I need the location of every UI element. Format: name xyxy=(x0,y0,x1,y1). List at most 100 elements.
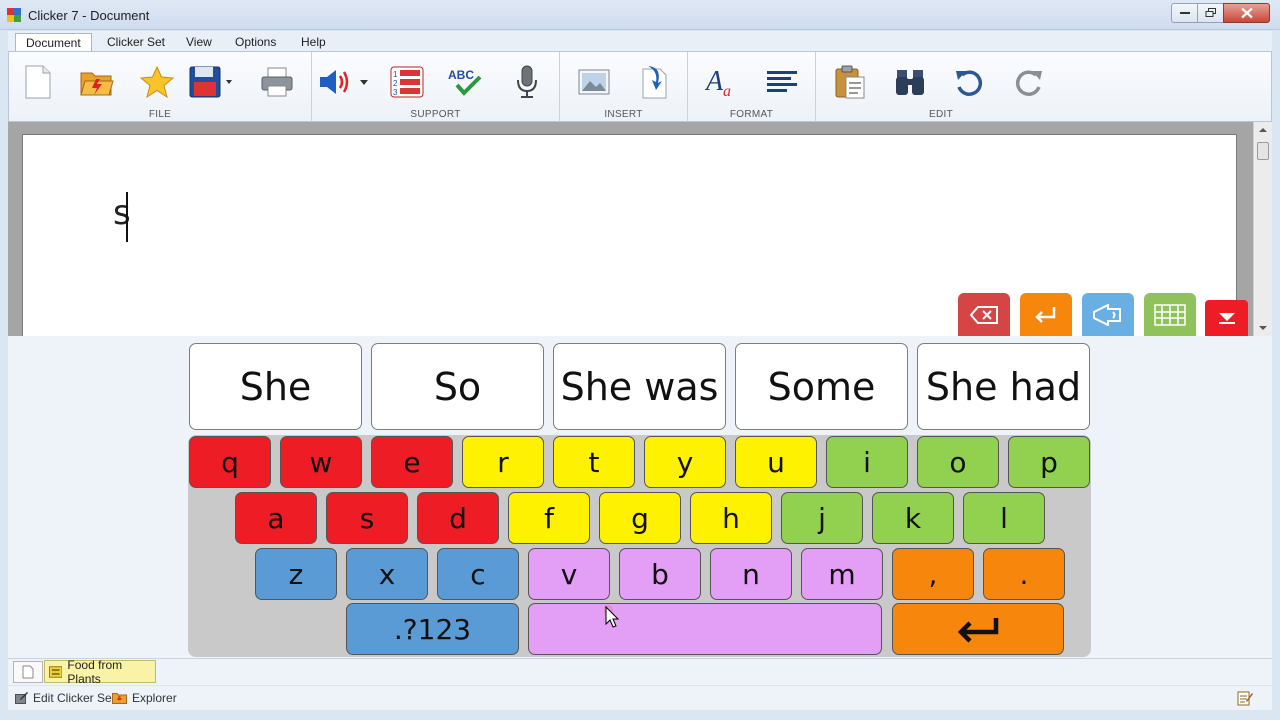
ribbon-group-label: EDIT xyxy=(929,109,953,120)
text-cursor xyxy=(126,192,128,242)
key-g[interactable]: g xyxy=(599,492,681,544)
ribbon: FILE 123 ABC SUPPORT INSERT Aa FORMAT ED… xyxy=(8,51,1272,122)
save-button[interactable] xyxy=(189,62,243,102)
key-a[interactable]: a xyxy=(235,492,317,544)
numbers-key[interactable]: .?123 xyxy=(346,603,519,655)
svg-text:A: A xyxy=(705,66,724,97)
tab-options[interactable]: Options xyxy=(225,33,286,52)
key-q[interactable]: q xyxy=(189,436,271,488)
explorer-link[interactable]: Explorer xyxy=(112,691,177,705)
explorer-folder-icon xyxy=(112,693,127,704)
space-key[interactable] xyxy=(528,603,882,655)
enter-key[interactable] xyxy=(892,603,1064,655)
key-t[interactable]: t xyxy=(553,436,635,488)
spellcheck-button[interactable]: ABC xyxy=(445,62,485,102)
restore-button[interactable] xyxy=(1197,3,1224,23)
key-z[interactable]: z xyxy=(255,548,337,600)
key-comma[interactable]: , xyxy=(892,548,974,600)
key-v[interactable]: v xyxy=(528,548,610,600)
key-i[interactable]: i xyxy=(826,436,908,488)
new-document-icon xyxy=(25,65,51,99)
prediction-cell[interactable]: Some xyxy=(735,343,908,430)
prediction-cell[interactable]: She xyxy=(189,343,362,430)
minimize-icon xyxy=(1179,12,1190,14)
align-text-button[interactable] xyxy=(762,62,802,102)
favorite-star-icon xyxy=(140,66,174,98)
speech-button[interactable] xyxy=(318,62,372,102)
scroll-thumb[interactable] xyxy=(1257,142,1269,160)
key-e[interactable]: e xyxy=(371,436,453,488)
speak-button[interactable] xyxy=(1082,293,1134,336)
scroll-down-icon[interactable] xyxy=(1259,326,1267,330)
find-binoculars-icon xyxy=(896,70,924,95)
insert-file-icon xyxy=(642,66,667,99)
key-w[interactable]: w xyxy=(280,436,362,488)
prediction-cell[interactable]: She had xyxy=(917,343,1090,430)
word-predictor-button[interactable]: 123 xyxy=(387,62,427,102)
ribbon-group-label: FILE xyxy=(148,109,172,120)
key-d[interactable]: d xyxy=(417,492,499,544)
clicker-set-tab[interactable]: Food from Plants xyxy=(44,658,156,686)
keyboard-grid-icon xyxy=(1154,303,1186,326)
notes-icon[interactable] xyxy=(1237,690,1253,706)
menu-bar: Document Clicker Set View Options Help xyxy=(8,31,1272,53)
open-button[interactable] xyxy=(77,62,117,102)
key-k[interactable]: k xyxy=(872,492,954,544)
insert-file-button[interactable] xyxy=(634,62,674,102)
new-document-button[interactable] xyxy=(18,62,58,102)
collapse-keyboard-button[interactable] xyxy=(1205,300,1248,336)
key-s[interactable]: s xyxy=(326,492,408,544)
key-x[interactable]: x xyxy=(346,548,428,600)
find-button[interactable] xyxy=(890,62,930,102)
ribbon-group-edit: EDIT xyxy=(816,52,1066,121)
enter-button[interactable] xyxy=(1020,293,1072,336)
key-m[interactable]: m xyxy=(801,548,883,600)
key-r[interactable]: r xyxy=(462,436,544,488)
font-style-button[interactable]: Aa xyxy=(702,62,742,102)
key-f[interactable]: f xyxy=(508,492,590,544)
key-o[interactable]: o xyxy=(917,436,999,488)
enter-key-icon xyxy=(957,618,999,643)
document-scrollbar[interactable] xyxy=(1253,122,1272,336)
ribbon-group-insert: INSERT xyxy=(560,52,688,121)
key-y[interactable]: y xyxy=(644,436,726,488)
speech-volume-icon xyxy=(320,70,368,94)
key-period[interactable]: . xyxy=(983,548,1065,600)
key-l[interactable]: l xyxy=(963,492,1045,544)
edit-set-icon xyxy=(15,692,28,704)
document-page-icon xyxy=(22,665,34,679)
paste-button[interactable] xyxy=(830,62,870,102)
keyboard-grid-button[interactable] xyxy=(1144,293,1196,336)
key-b[interactable]: b xyxy=(619,548,701,600)
insert-picture-button[interactable] xyxy=(574,62,614,102)
prediction-cell[interactable]: She was xyxy=(553,343,726,430)
microphone-button[interactable] xyxy=(507,62,547,102)
edit-clicker-set-link[interactable]: Edit Clicker Set xyxy=(15,691,115,705)
tab-view[interactable]: View xyxy=(176,33,222,52)
svg-text:3: 3 xyxy=(393,88,398,97)
redo-icon xyxy=(1016,70,1042,96)
key-u[interactable]: u xyxy=(735,436,817,488)
undo-button[interactable] xyxy=(949,62,989,102)
close-button[interactable] xyxy=(1223,3,1270,23)
prediction-cell[interactable]: So xyxy=(371,343,544,430)
document-tab[interactable] xyxy=(13,661,43,683)
backspace-icon xyxy=(970,305,998,324)
tab-help[interactable]: Help xyxy=(291,33,336,52)
tab-document[interactable]: Document xyxy=(15,33,92,53)
tab-clicker-set[interactable]: Clicker Set xyxy=(97,33,175,52)
svg-text:2: 2 xyxy=(393,79,398,88)
favorites-button[interactable] xyxy=(137,62,177,102)
minimize-button[interactable] xyxy=(1171,3,1198,23)
print-button[interactable] xyxy=(257,62,297,102)
key-p[interactable]: p xyxy=(1008,436,1090,488)
key-j[interactable]: j xyxy=(781,492,863,544)
scroll-up-icon[interactable] xyxy=(1259,128,1267,132)
key-n[interactable]: n xyxy=(710,548,792,600)
redo-button[interactable] xyxy=(1009,62,1049,102)
mouse-pointer-icon xyxy=(604,605,620,628)
backspace-button[interactable] xyxy=(958,293,1010,336)
insert-picture-icon xyxy=(578,69,610,95)
key-h[interactable]: h xyxy=(690,492,772,544)
key-c[interactable]: c xyxy=(437,548,519,600)
